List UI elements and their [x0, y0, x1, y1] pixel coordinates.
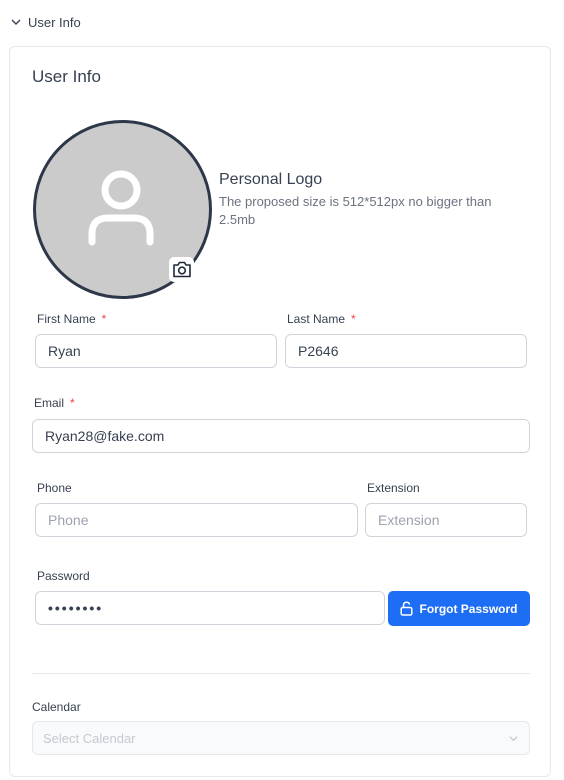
personal-logo-title: Personal Logo	[219, 171, 323, 188]
camera-icon	[172, 261, 191, 278]
last-name-input[interactable]: P2646	[285, 334, 527, 368]
extension-input[interactable]: Extension	[365, 503, 527, 537]
upload-photo-button[interactable]	[169, 257, 194, 282]
forgot-password-label: Forgot Password	[419, 601, 518, 616]
required-mark: *	[101, 312, 107, 326]
divider	[32, 673, 530, 674]
required-mark: *	[70, 396, 75, 410]
chevron-down-icon	[509, 735, 518, 741]
password-input[interactable]: ••••••••	[35, 591, 385, 625]
chevron-down-icon	[11, 19, 21, 25]
calendar-label: Calendar	[32, 700, 81, 714]
personal-logo-description: The proposed size is 512*512px no bigger…	[219, 194, 492, 227]
password-label: Password	[37, 569, 90, 583]
user-icon	[88, 170, 154, 246]
section-header-label: User Info	[28, 14, 81, 30]
unlock-icon	[400, 601, 414, 616]
first-name-input[interactable]: Ryan	[35, 334, 277, 368]
phone-input[interactable]: Phone	[35, 503, 358, 537]
forgot-password-button[interactable]: Forgot Password	[388, 591, 530, 626]
first-name-label: First Name *	[37, 312, 107, 326]
phone-label: Phone	[37, 481, 72, 495]
last-name-label: Last Name *	[287, 312, 356, 326]
extension-label: Extension	[367, 481, 420, 495]
email-input[interactable]: Ryan28@fake.com	[32, 419, 530, 453]
required-mark: *	[351, 312, 356, 326]
section-toggle[interactable]: User Info	[10, 13, 81, 31]
card-title: User Info	[32, 67, 101, 86]
calendar-select[interactable]: Select Calendar	[32, 721, 530, 755]
email-label: Email *	[34, 396, 75, 410]
